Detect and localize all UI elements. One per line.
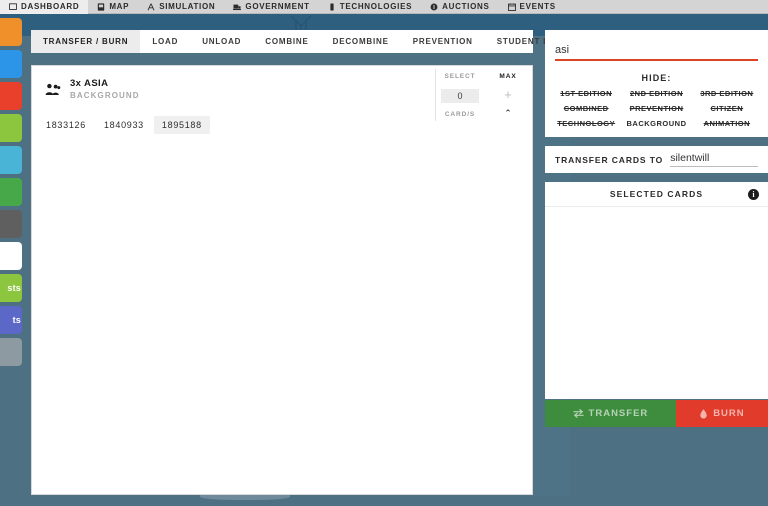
tab-prevention[interactable]: PREVENTION <box>401 30 485 53</box>
tab-transfer-burn[interactable]: TRANSFER / BURN <box>31 30 141 53</box>
stepper-max-column: MAX + ⌃ <box>484 69 532 121</box>
nav-item-label: AUCTIONS <box>442 2 490 11</box>
flame-icon <box>700 408 707 419</box>
tab-combine[interactable]: COMBINE <box>253 30 320 53</box>
monitor-icon <box>9 2 17 10</box>
stepper-select-column: SELECT 0 CARD/S <box>436 69 484 121</box>
nav-item-map[interactable]: MAP <box>88 0 138 14</box>
rail-item[interactable]: sts <box>0 274 22 302</box>
transfer-target-container: TRANSFER CARDS TO <box>545 146 768 173</box>
card-id-chip[interactable]: 1833126 <box>38 116 94 134</box>
hide-filter-background[interactable]: BACKGROUND <box>621 119 691 128</box>
hide-filters-grid: 1ST EDITION 2ND EDITION 3RD EDITION COMB… <box>551 89 762 128</box>
rail-item[interactable]: ts <box>0 306 22 334</box>
card-row[interactable]: 3x ASIA BACKGROUND SELECT 0 CARD/S MAX +… <box>32 66 532 121</box>
nav-item-auctions[interactable]: AUCTIONS <box>421 0 498 14</box>
nav-item-simulation[interactable]: SIMULATION <box>138 0 224 14</box>
hide-filter-technology[interactable]: TECHNOLOGY <box>551 119 621 128</box>
card-list-panel: 3x ASIA BACKGROUND SELECT 0 CARD/S MAX +… <box>31 65 533 495</box>
card-id-chip[interactable]: 1840933 <box>96 116 152 134</box>
card-subtitle: BACKGROUND <box>70 91 140 100</box>
transfer-target-label: TRANSFER CARDS TO <box>555 154 664 165</box>
action-button-row: TRANSFER BURN <box>545 400 768 427</box>
selected-cards-panel: SELECTED CARDS i <box>545 182 768 399</box>
card-id-chip[interactable]: 1895188 <box>153 116 210 134</box>
rail-item[interactable] <box>0 18 22 46</box>
plus-icon[interactable]: + <box>504 88 512 101</box>
rail-item[interactable] <box>0 146 22 174</box>
calendar-icon <box>507 2 516 11</box>
nav-item-government[interactable]: GOVERNMENT <box>224 0 318 14</box>
sidebar-controls: HIDE: 1ST EDITION 2ND EDITION 3RD EDITIO… <box>545 30 768 427</box>
nav-item-label: EVENTS <box>519 2 556 11</box>
transfer-target-input[interactable] <box>670 152 758 167</box>
people-icon <box>147 2 155 11</box>
hide-filter-2nd-edition[interactable]: 2ND EDITION <box>621 89 691 98</box>
transfer-button[interactable]: TRANSFER <box>545 400 676 427</box>
building-icon <box>233 4 242 10</box>
nav-item-label: TECHNOLOGIES <box>339 2 413 11</box>
card-title: 3x ASIA <box>70 78 109 89</box>
chevron-up-icon[interactable]: ⌃ <box>504 109 512 118</box>
burn-button-label: BURN <box>713 408 745 419</box>
rail-item[interactable] <box>0 242 22 270</box>
rail-item-label: sts <box>7 283 21 293</box>
burn-button[interactable]: BURN <box>675 400 768 427</box>
stepper-max-label[interactable]: MAX <box>499 73 516 80</box>
tab-load[interactable]: LOAD <box>140 30 190 53</box>
card-quantity-stepper: SELECT 0 CARD/S MAX + ⌃ <box>435 69 532 121</box>
rail-item[interactable] <box>0 82 22 110</box>
map-icon <box>98 2 105 11</box>
selected-cards-list[interactable] <box>545 207 768 399</box>
hide-filter-combined[interactable]: COMBINED <box>551 104 621 113</box>
nav-item-dashboard[interactable]: DASHBOARD <box>0 0 89 14</box>
hide-filter-citizen[interactable]: CITIZEN <box>692 104 762 113</box>
app-content: TRANSFER / BURN LOAD UNLOAD COMBINE DECO… <box>22 18 768 506</box>
hide-filter-3rd-edition[interactable]: 3RD EDITION <box>692 89 762 98</box>
search-container <box>545 30 768 68</box>
nav-item-label: MAP <box>109 2 130 11</box>
top-navigation-bar: DASHBOARD MAP SIMULATION GOVERNMENT TECH… <box>0 0 768 14</box>
nav-item-label: DASHBOARD <box>21 2 80 11</box>
side-rail: sts ts <box>0 18 22 370</box>
rail-item[interactable] <box>0 210 22 238</box>
transfer-arrows-icon <box>572 409 584 418</box>
hide-filters: HIDE: 1ST EDITION 2ND EDITION 3RD EDITIO… <box>545 68 768 137</box>
transfer-button-label: TRANSFER <box>588 408 649 419</box>
hide-filter-1st-edition[interactable]: 1ST EDITION <box>551 89 621 98</box>
rail-item[interactable] <box>0 338 22 366</box>
rail-item[interactable] <box>0 114 22 142</box>
hide-filters-title: HIDE: <box>641 73 672 83</box>
nav-item-label: GOVERNMENT <box>245 2 310 11</box>
section-tab-bar: TRANSFER / BURN LOAD UNLOAD COMBINE DECO… <box>31 30 567 53</box>
selected-cards-title: SELECTED CARDS <box>609 189 704 199</box>
stepper-unit-label: CARD/S <box>444 111 476 118</box>
rail-item[interactable] <box>0 178 22 206</box>
tab-unload[interactable]: UNLOAD <box>190 30 253 53</box>
hide-filter-prevention[interactable]: PREVENTION <box>621 104 691 113</box>
nav-item-technologies[interactable]: TECHNOLOGIES <box>319 0 421 14</box>
stepper-select-value[interactable]: 0 <box>441 88 479 103</box>
nav-item-label: SIMULATION <box>159 2 216 11</box>
group-people-icon <box>42 83 64 96</box>
selected-cards-header: SELECTED CARDS i <box>545 182 768 207</box>
search-input[interactable] <box>555 44 758 61</box>
chip-icon <box>330 2 334 11</box>
rail-item[interactable] <box>0 50 22 78</box>
card-titles: 3x ASIA BACKGROUND <box>70 78 140 100</box>
info-icon[interactable]: i <box>748 188 759 200</box>
gavel-icon <box>430 3 438 10</box>
stepper-select-label: SELECT <box>444 73 476 80</box>
hide-filter-animation[interactable]: ANIMATION <box>692 119 762 128</box>
tab-decombine[interactable]: DECOMBINE <box>321 30 401 53</box>
nav-item-events[interactable]: EVENTS <box>499 0 565 14</box>
rail-item-label: ts <box>12 315 21 325</box>
